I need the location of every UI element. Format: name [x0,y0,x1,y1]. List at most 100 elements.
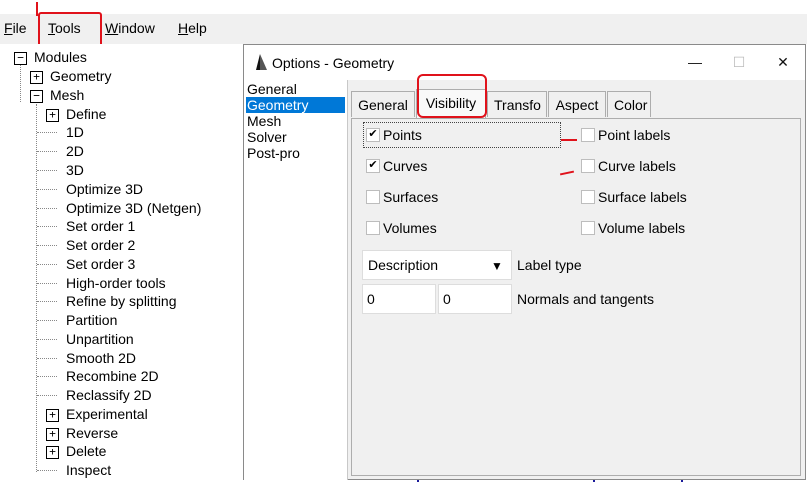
tree-item-label: Recombine 2D [66,368,159,384]
app-icon [256,54,267,70]
label-type-label: Label type [517,257,582,273]
checkbox-box[interactable] [366,190,380,204]
tree-guide [37,189,57,190]
checkbox-label: Surface labels [598,189,687,205]
tree-item-label: Unpartition [66,331,134,347]
collapse-icon[interactable]: − [14,52,27,65]
tangents-field[interactable]: 0 [438,284,512,314]
tree-item-partition[interactable]: Partition [66,311,117,330]
tree-item-label: 1D [66,124,84,140]
tree-item-2d[interactable]: 2D [66,142,84,161]
visibility-panel: ✔ Points ✔ Curves Surfaces Volumes Point… [351,118,801,476]
check-icon[interactable]: ✔ [366,128,380,142]
normals-field[interactable]: 0 [362,284,436,314]
collapse-icon[interactable]: − [30,90,43,103]
tree-item-label: Set order 3 [66,256,136,272]
nav-item-solver[interactable]: Solver [246,129,345,145]
tree-item-1d[interactable]: 1D [66,123,84,142]
tree-item-optimize-3d[interactable]: Optimize 3D [66,180,143,199]
tree-guide [37,376,57,377]
menu-help[interactable]: Help [178,20,207,36]
tree-item-label: Geometry [50,68,112,84]
checkbox-label: Points [383,127,422,143]
tree-item-inspect[interactable]: Inspect [66,461,111,480]
tree-item-set-order-3[interactable]: Set order 3 [66,255,135,274]
tree-item-label: 2D [66,143,84,159]
checkbox-label: Volumes [383,220,437,236]
close-icon[interactable]: ✕ [763,51,803,73]
menu-file[interactable]: File [4,20,27,36]
expand-icon[interactable]: + [46,446,59,459]
nav-item-geometry[interactable]: Geometry [246,97,345,113]
tree-item-set-order-2[interactable]: Set order 2 [66,236,135,255]
tree-item-high-order-tools[interactable]: High-order tools [66,274,166,293]
tree-item-recombine-2d[interactable]: Recombine 2D [66,367,159,386]
nav-item-mesh[interactable]: Mesh [246,113,345,129]
tree-item-label: Mesh [50,87,85,103]
tree-guide [37,208,57,209]
label-type-select[interactable]: Description ▼ [362,250,512,280]
checkbox-box[interactable] [366,221,380,235]
tree-item-label: High-order tools [66,275,166,291]
tab-general[interactable]: General [351,91,415,117]
checkbox-box[interactable] [581,159,595,173]
annotation-box-tools [38,12,102,47]
tree-guide [37,301,57,302]
checkbox-label: Curves [383,158,428,174]
tab-aspect[interactable]: Aspect [548,91,606,117]
minimize-icon[interactable]: — [675,51,715,73]
annotation-box-visibility [417,74,487,118]
tree-item-3d[interactable]: 3D [66,161,84,180]
nav-item-general[interactable]: General [246,81,345,97]
tree-item-label: Set order 1 [66,218,136,234]
tree-guide [37,132,57,133]
module-tree: − Modules + Geometry − Mesh + Define 1D … [0,44,245,482]
tree-guide [37,395,57,396]
tree-guide [37,470,57,471]
chevron-down-icon[interactable]: ▼ [487,256,507,276]
tree-item-label: Define [66,106,107,122]
checkbox-label: Volume labels [598,220,686,236]
menu-window[interactable]: Window [105,20,155,36]
checkbox-box[interactable] [581,190,595,204]
tree-item-smooth-2d[interactable]: Smooth 2D [66,349,136,368]
tree-item-label: 3D [66,162,84,178]
tree-item-optimize-3d-netgen[interactable]: Optimize 3D (Netgen) [66,199,201,218]
tree-item-refine-by-splitting[interactable]: Refine by splitting [66,292,177,311]
tree-guide [37,283,57,284]
tree-guide [37,245,57,246]
options-dialog: Options - Geometry — ☐ ✕ General Geometr… [243,44,806,480]
tab-transfo[interactable]: Transfo [487,91,547,117]
category-list: General Geometry Mesh Solver Post-pro [244,80,348,480]
tree-item-label: Experimental [66,406,148,422]
annotation-stroke [36,2,38,16]
dialog-titlebar[interactable]: Options - Geometry — ☐ ✕ [244,45,805,80]
tree-item-label: Modules [34,49,87,65]
normals-label: Normals and tangents [517,291,654,307]
tree-guide [37,339,57,340]
tree-item-unpartition[interactable]: Unpartition [66,330,134,349]
tree-item-label: Reclassify 2D [66,387,152,403]
tree-guide [37,320,57,321]
tree-item-label: Set order 2 [66,237,136,253]
expand-icon[interactable]: + [46,109,59,122]
expand-icon[interactable]: + [46,428,59,441]
tree-item-set-order-1[interactable]: Set order 1 [66,217,135,236]
tree-item-label: Inspect [66,462,112,478]
tree-guide [37,151,57,152]
tab-color[interactable]: Color [607,91,651,117]
checkbox-box[interactable] [581,221,595,235]
nav-item-post-pro[interactable]: Post-pro [246,145,345,161]
tree-guide [37,170,57,171]
dialog-title: Options - Geometry [272,55,395,71]
expand-icon[interactable]: + [30,71,43,84]
expand-icon[interactable]: + [46,409,59,422]
menu-bar: File Tools Window Help [0,14,807,44]
checkbox-box[interactable] [581,128,595,142]
tree-item-label: Delete [66,443,107,459]
tree-item-reclassify-2d[interactable]: Reclassify 2D [66,386,152,405]
tree-item-label: Smooth 2D [66,350,137,366]
tree-item-label: Partition [66,312,118,328]
check-icon[interactable]: ✔ [366,159,380,173]
maximize-icon[interactable]: ☐ [719,51,759,73]
